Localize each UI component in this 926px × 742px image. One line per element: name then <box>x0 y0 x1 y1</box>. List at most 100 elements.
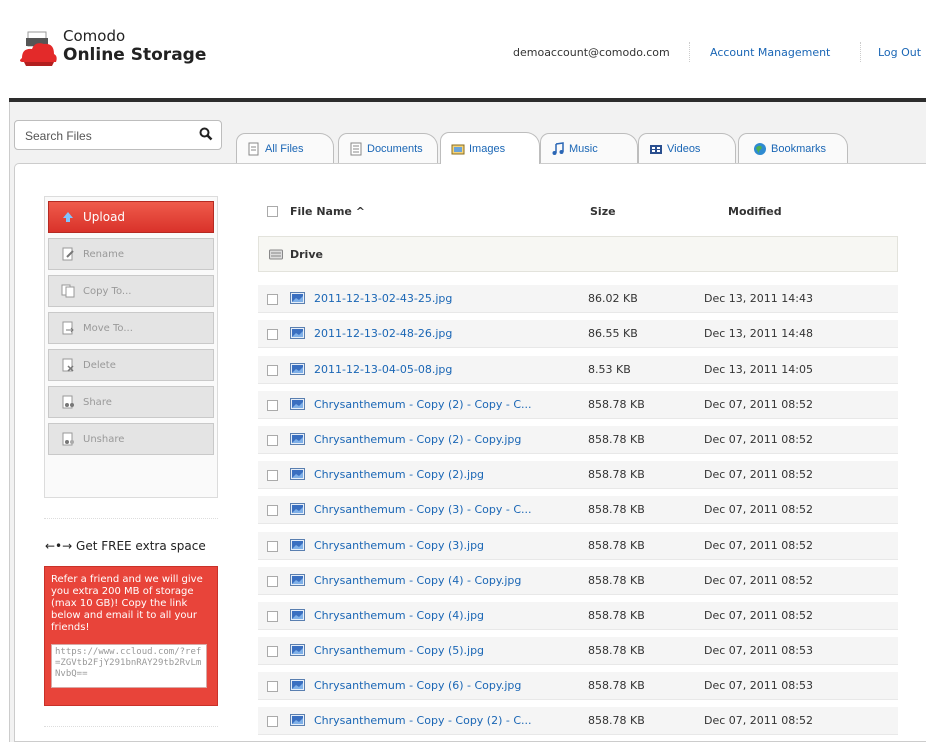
drive-row[interactable]: Drive <box>258 236 898 272</box>
share-button[interactable]: Share <box>48 386 214 418</box>
file-row[interactable]: Chrysanthemum - Copy (5).jpg 858.78 KB Dec… <box>258 637 898 665</box>
file-size: 858.78 KB <box>588 714 645 727</box>
tab-label: Images <box>469 142 506 155</box>
file-name-link[interactable]: 2011-12-13-02-43-25.jpg <box>314 292 452 305</box>
file-checkbox[interactable] <box>267 505 278 516</box>
file-modified: Dec 07, 2011 08:52 <box>704 468 813 481</box>
file-name-link[interactable]: Chrysanthemum - Copy - Copy (2) - C... <box>314 714 532 727</box>
file-modified: Dec 13, 2011 14:05 <box>704 363 813 376</box>
file-checkbox[interactable] <box>267 329 278 340</box>
logout-link[interactable]: Log Out <box>878 46 921 59</box>
upload-button[interactable]: Upload <box>48 201 214 233</box>
file-checkbox[interactable] <box>267 365 278 376</box>
file-row[interactable]: 2011-12-13-02-48-26.jpg 86.55 KB Dec 13, 2… <box>258 320 898 348</box>
file-checkbox[interactable] <box>267 611 278 622</box>
file-size: 858.78 KB <box>588 468 645 481</box>
file-size: 858.78 KB <box>588 398 645 411</box>
file-modified: Dec 07, 2011 08:52 <box>704 609 813 622</box>
file-checkbox[interactable] <box>267 470 278 481</box>
file-row[interactable]: 2011-12-13-02-43-25.jpg 86.02 KB Dec 13, 2… <box>258 285 898 313</box>
file-name-link[interactable]: Chrysanthemum - Copy (3) - Copy - C... <box>314 503 532 516</box>
file-modified: Dec 07, 2011 08:52 <box>704 539 813 552</box>
file-checkbox[interactable] <box>267 541 278 552</box>
file-name-link[interactable]: 2011-12-13-04-05-08.jpg <box>314 363 452 376</box>
file-name-link[interactable]: Chrysanthemum - Copy (6) - Copy.jpg <box>314 679 521 692</box>
brand-line-2: Online Storage <box>63 45 207 65</box>
referral-link-field[interactable]: https://www.ccloud.com/?ref=ZGVtb2FjY291… <box>51 644 207 688</box>
file-row[interactable]: Chrysanthemum - Copy (3) - Copy - C... 85… <box>258 496 898 524</box>
file-checkbox[interactable] <box>267 646 278 657</box>
comodo-cloud-logo-icon <box>20 31 57 66</box>
file-row[interactable]: Chrysanthemum - Copy (6) - Copy.jpg 858.7… <box>258 672 898 700</box>
tab-bookmarks[interactable]: Bookmarks <box>738 133 848 163</box>
free-space-label: Get FREE extra space <box>76 539 206 553</box>
file-checkbox[interactable] <box>267 681 278 692</box>
file-checkbox[interactable] <box>267 294 278 305</box>
file-size: 858.78 KB <box>588 644 645 657</box>
file-size: 858.78 KB <box>588 433 645 446</box>
file-row[interactable]: Chrysanthemum - Copy (2).jpg 858.78 KB Dec… <box>258 461 898 489</box>
column-header-modified[interactable]: Modified <box>728 205 782 218</box>
tab-label: Videos <box>667 142 701 155</box>
tab-all-files[interactable]: All Files <box>236 133 334 163</box>
file-size: 86.02 KB <box>588 292 638 305</box>
file-name-link[interactable]: Chrysanthemum - Copy (2).jpg <box>314 468 484 481</box>
unshare-icon <box>62 432 74 446</box>
file-name-link[interactable]: Chrysanthemum - Copy (2) - Copy.jpg <box>314 433 521 446</box>
referral-text: Refer a friend and we will give you extr… <box>51 574 203 633</box>
image-file-icon <box>290 433 305 445</box>
column-header-size[interactable]: Size <box>590 205 616 218</box>
search-icon[interactable] <box>199 127 213 141</box>
divider <box>44 726 218 727</box>
action-panel: Upload Rename Copy To... Move To... Dele… <box>44 196 218 498</box>
file-row[interactable]: Chrysanthemum - Copy - Copy (2) - C... 85… <box>258 707 898 735</box>
tab-videos[interactable]: Videos <box>638 133 736 163</box>
file-row[interactable]: 2011-12-13-04-05-08.jpg 8.53 KB Dec 13, 20… <box>258 356 898 384</box>
account-email: demoaccount@comodo.com <box>513 46 670 59</box>
file-modified: Dec 07, 2011 08:52 <box>704 433 813 446</box>
file-checkbox[interactable] <box>267 400 278 411</box>
file-row[interactable]: Chrysanthemum - Copy (2) - Copy.jpg 858.7… <box>258 426 898 454</box>
drive-icon <box>269 249 283 260</box>
file-name-link[interactable]: Chrysanthemum - Copy (4).jpg <box>314 609 484 622</box>
all-files-icon <box>248 142 259 155</box>
free-space-title: ←•→ Get FREE extra space <box>45 539 206 553</box>
rename-button[interactable]: Rename <box>48 238 214 270</box>
file-size: 8.53 KB <box>588 363 631 376</box>
file-name-link[interactable]: Chrysanthemum - Copy (4) - Copy.jpg <box>314 574 521 587</box>
file-size: 858.78 KB <box>588 574 645 587</box>
file-row[interactable]: Chrysanthemum - Copy (2) - Copy - C... 85… <box>258 391 898 419</box>
tab-label: Documents <box>367 142 423 155</box>
file-name-link[interactable]: Chrysanthemum - Copy (3).jpg <box>314 539 484 552</box>
delete-button[interactable]: Delete <box>48 349 214 381</box>
file-modified: Dec 07, 2011 08:52 <box>704 574 813 587</box>
file-name-link[interactable]: Chrysanthemum - Copy (2) - Copy - C... <box>314 398 532 411</box>
header-divider <box>860 42 861 62</box>
file-checkbox[interactable] <box>267 576 278 587</box>
tab-images[interactable]: Images <box>440 132 540 164</box>
brand-line-1: Comodo <box>63 27 126 45</box>
file-row[interactable]: Chrysanthemum - Copy (4).jpg 858.78 KB Dec… <box>258 602 898 630</box>
account-management-link[interactable]: Account Management <box>710 46 830 59</box>
move-to-button[interactable]: Move To... <box>48 312 214 344</box>
search-input[interactable] <box>23 127 197 145</box>
unshare-button[interactable]: Unshare <box>48 423 214 455</box>
file-modified: Dec 07, 2011 08:53 <box>704 679 813 692</box>
select-all-checkbox[interactable] <box>267 206 278 217</box>
brand-name: Comodo Online Storage <box>63 27 207 66</box>
image-file-icon <box>290 292 305 304</box>
copy-icon <box>61 284 75 298</box>
copy-to-button[interactable]: Copy To... <box>48 275 214 307</box>
file-checkbox[interactable] <box>267 716 278 727</box>
file-name-link[interactable]: 2011-12-13-02-48-26.jpg <box>314 327 452 340</box>
file-row[interactable]: Chrysanthemum - Copy (4) - Copy.jpg 858.7… <box>258 567 898 595</box>
header-divider <box>689 42 690 62</box>
file-name-link[interactable]: Chrysanthemum - Copy (5).jpg <box>314 644 484 657</box>
file-size: 858.78 KB <box>588 609 645 622</box>
tab-music[interactable]: Music <box>540 133 638 163</box>
tab-documents[interactable]: Documents <box>338 133 438 163</box>
column-header-file-name[interactable]: File Name ^ <box>290 205 365 218</box>
file-checkbox[interactable] <box>267 435 278 446</box>
file-row[interactable]: Chrysanthemum - Copy (3).jpg 858.78 KB Dec… <box>258 532 898 560</box>
images-icon <box>451 144 465 154</box>
